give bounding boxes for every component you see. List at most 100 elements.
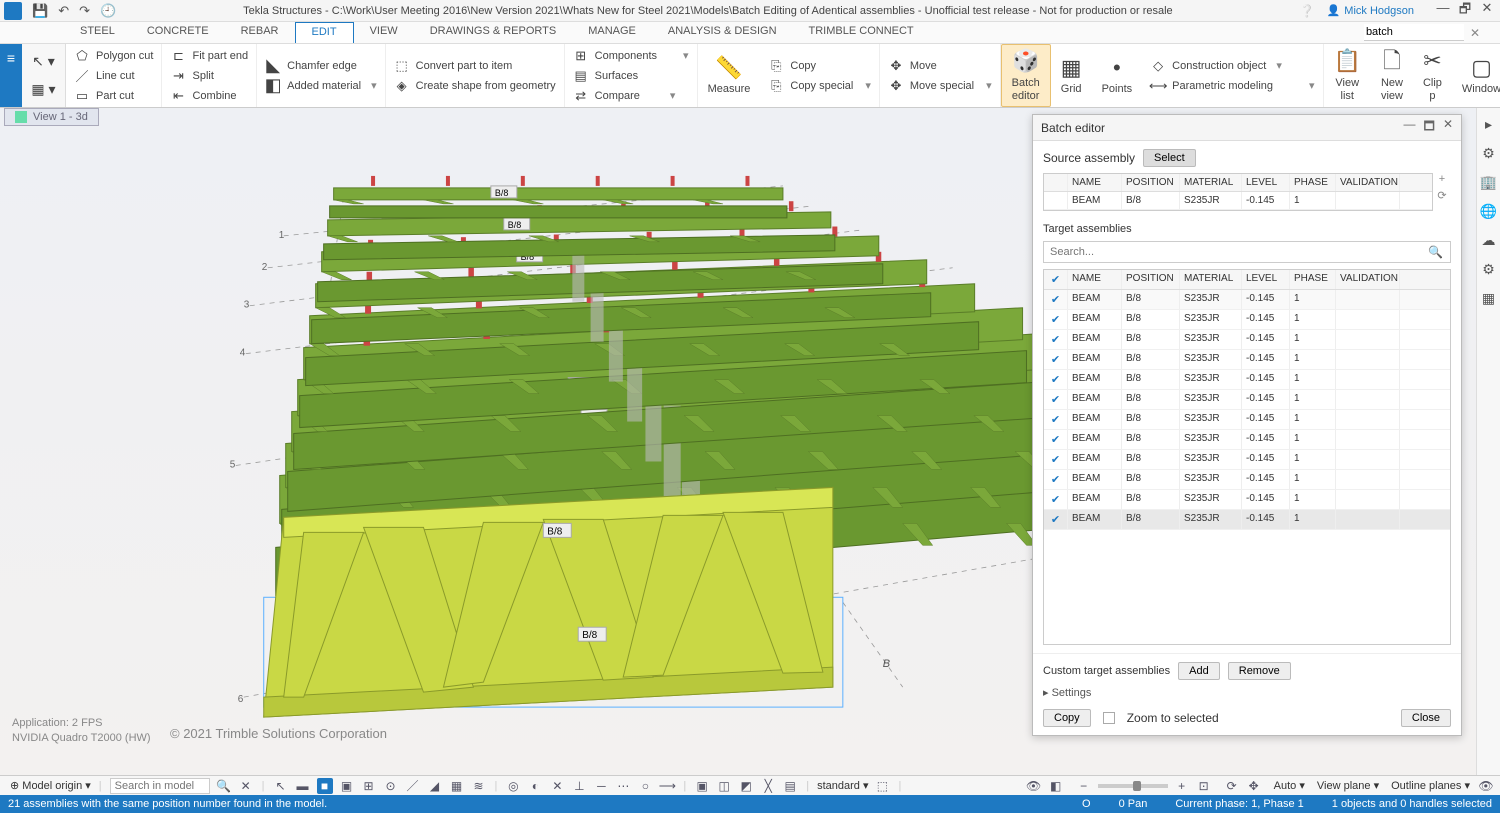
convert-part[interactable]: ⬚Convert part to item: [392, 57, 558, 75]
pan-icon[interactable]: ✥: [1246, 778, 1262, 794]
redo-icon[interactable]: ↷: [79, 3, 90, 19]
sel-bolt-icon[interactable]: ▦: [449, 778, 465, 794]
added-material[interactable]: ◧Added material▾: [263, 77, 379, 95]
add-source-icon[interactable]: +: [1433, 173, 1451, 189]
sel-grid-icon[interactable]: ⊞: [361, 778, 377, 794]
hide-icon[interactable]: 👁: [1478, 778, 1494, 794]
cursor-icon[interactable]: ↖ ▾: [32, 53, 55, 70]
sel-weld-icon[interactable]: ≋: [471, 778, 487, 794]
target-row[interactable]: ✔ BEAMB/8 S235JR-0.145 1: [1044, 410, 1450, 430]
create-shape[interactable]: ◈Create shape from geometry: [392, 77, 558, 95]
window-button[interactable]: ▢Window: [1452, 44, 1500, 107]
view-plane-dropdown[interactable]: View plane ▾: [1317, 779, 1379, 792]
copy[interactable]: ⎘Copy: [766, 57, 873, 75]
target-row[interactable]: ✔ BEAMB/8 S235JR-0.145 1: [1044, 290, 1450, 310]
settings-expander[interactable]: ▸ Settings: [1043, 686, 1451, 699]
filter-toggle-icon[interactable]: ⬚: [874, 778, 890, 794]
tab-concrete[interactable]: CONCRETE: [131, 22, 225, 43]
sel-assembly-icon[interactable]: ■: [317, 778, 333, 794]
compare[interactable]: ⇄Compare▾: [571, 87, 691, 105]
tab-manage[interactable]: MANAGE: [572, 22, 652, 43]
snap-perp-icon[interactable]: ⊥: [571, 778, 587, 794]
sel-component-icon[interactable]: ▣: [339, 778, 355, 794]
target-row[interactable]: ✔ BEAMB/8 S235JR-0.145 1: [1044, 490, 1450, 510]
zoom-out-icon[interactable]: −: [1076, 778, 1092, 794]
close-button[interactable]: Close: [1401, 709, 1451, 727]
sel-edge-icon[interactable]: ／: [405, 778, 421, 794]
ortho-indicator[interactable]: O: [1082, 798, 1091, 810]
col-name[interactable]: NAME: [1068, 174, 1122, 191]
combine[interactable]: ⇤Combine: [168, 87, 250, 105]
tab-drawings[interactable]: DRAWINGS & REPORTS: [414, 22, 573, 43]
expand-icon[interactable]: ▸: [1485, 116, 1492, 133]
select-button[interactable]: Select: [1143, 149, 1196, 167]
sel-face-icon[interactable]: ◢: [427, 778, 443, 794]
tab-edit[interactable]: EDIT: [295, 22, 354, 43]
clear-model-search-icon[interactable]: ✕: [238, 778, 254, 794]
sel-point-icon[interactable]: ⊙: [383, 778, 399, 794]
globe-icon[interactable]: 🌐: [1480, 203, 1497, 220]
col-position[interactable]: POSITION: [1122, 174, 1180, 191]
snap-center-icon[interactable]: ○: [637, 778, 653, 794]
move[interactable]: ✥Move: [886, 57, 994, 75]
target-row[interactable]: ✔ BEAMB/8 S235JR-0.145 1: [1044, 510, 1450, 530]
undo-icon[interactable]: ↶: [58, 3, 69, 19]
target-row[interactable]: ✔ BEAMB/8 S235JR-0.145 1: [1044, 390, 1450, 410]
visibility-icon[interactable]: 👁: [1026, 778, 1042, 794]
tab-view[interactable]: VIEW: [354, 22, 414, 43]
minimize-icon[interactable]: —: [1434, 0, 1452, 22]
snap-int-icon[interactable]: ✕: [549, 778, 565, 794]
line-cut[interactable]: ／Line cut: [72, 67, 155, 85]
clip-plane-button[interactable]: ✂Clip p: [1413, 44, 1452, 107]
refresh-source-icon[interactable]: ⟳: [1433, 189, 1451, 205]
panel-close-icon[interactable]: ✕: [1443, 117, 1453, 138]
row-check-icon[interactable]: ✔: [1051, 394, 1060, 406]
user-label[interactable]: 👤 Mick Hodgson: [1327, 4, 1414, 17]
restore-icon[interactable]: 🗗: [1456, 0, 1474, 22]
zoom-extents-icon[interactable]: ⊡: [1196, 778, 1212, 794]
snap-mid-icon[interactable]: ◐: [527, 778, 543, 794]
layers-icon[interactable]: 🏢: [1480, 174, 1497, 191]
construction-object[interactable]: ◇Construction object▾: [1148, 57, 1316, 75]
view-list-button[interactable]: 📋View list: [1324, 44, 1371, 107]
remove-button[interactable]: Remove: [1228, 662, 1291, 680]
help-icon[interactable]: ❔: [1300, 4, 1315, 18]
split[interactable]: ⇥Split: [168, 67, 250, 85]
apps-icon[interactable]: ▦: [1482, 290, 1495, 307]
auto-dropdown[interactable]: Auto ▾: [1274, 779, 1305, 792]
move-special[interactable]: ✥Move special▾: [886, 77, 994, 95]
row-check-icon[interactable]: ✔: [1051, 374, 1060, 386]
snap-near-icon[interactable]: ⋯: [615, 778, 631, 794]
snap-end-icon[interactable]: ◎: [505, 778, 521, 794]
model-search-input[interactable]: [110, 778, 210, 794]
copy-special[interactable]: ⎘Copy special▾: [766, 77, 873, 95]
settings-icon[interactable]: ⚙: [1482, 261, 1495, 278]
grid-button[interactable]: ▦Grid: [1051, 44, 1092, 107]
row-check-icon[interactable]: ✔: [1051, 474, 1060, 486]
fit-part-end[interactable]: ⊏Fit part end: [168, 47, 250, 65]
filter-comp-icon[interactable]: ▣: [694, 778, 710, 794]
selection-filter-dropdown[interactable]: standard ▾: [817, 779, 868, 792]
row-check-icon[interactable]: ✔: [1051, 434, 1060, 446]
row-check-icon[interactable]: ✔: [1051, 354, 1060, 366]
chamfer-edge[interactable]: ◣Chamfer edge: [263, 57, 379, 75]
part-cut[interactable]: ▭Part cut: [72, 87, 155, 105]
filter-ref-icon[interactable]: ◫: [716, 778, 732, 794]
add-button[interactable]: Add: [1178, 662, 1220, 680]
col-level[interactable]: LEVEL: [1242, 174, 1290, 191]
close-window-icon[interactable]: ✕: [1478, 0, 1496, 22]
surfaces[interactable]: ▤Surfaces: [571, 67, 691, 85]
target-row[interactable]: ✔ BEAMB/8 S235JR-0.145 1: [1044, 430, 1450, 450]
outline-planes-dropdown[interactable]: Outline planes ▾: [1391, 779, 1470, 792]
components[interactable]: ⊞Components▾: [571, 47, 691, 65]
snap-ext-icon[interactable]: ⟶: [659, 778, 675, 794]
copy-button[interactable]: Copy: [1043, 709, 1091, 727]
tab-trimble[interactable]: TRIMBLE CONNECT: [793, 22, 930, 43]
measure-button[interactable]: 📏Measure: [698, 44, 761, 107]
row-check-icon[interactable]: ✔: [1051, 414, 1060, 426]
col-material[interactable]: MATERIAL: [1180, 174, 1242, 191]
snap-settings-icon[interactable]: ⚙: [1482, 145, 1495, 162]
tab-analysis[interactable]: ANALYSIS & DESIGN: [652, 22, 793, 43]
tab-steel[interactable]: STEEL: [64, 22, 131, 43]
target-row[interactable]: ✔ BEAMB/8 S235JR-0.145 1: [1044, 470, 1450, 490]
